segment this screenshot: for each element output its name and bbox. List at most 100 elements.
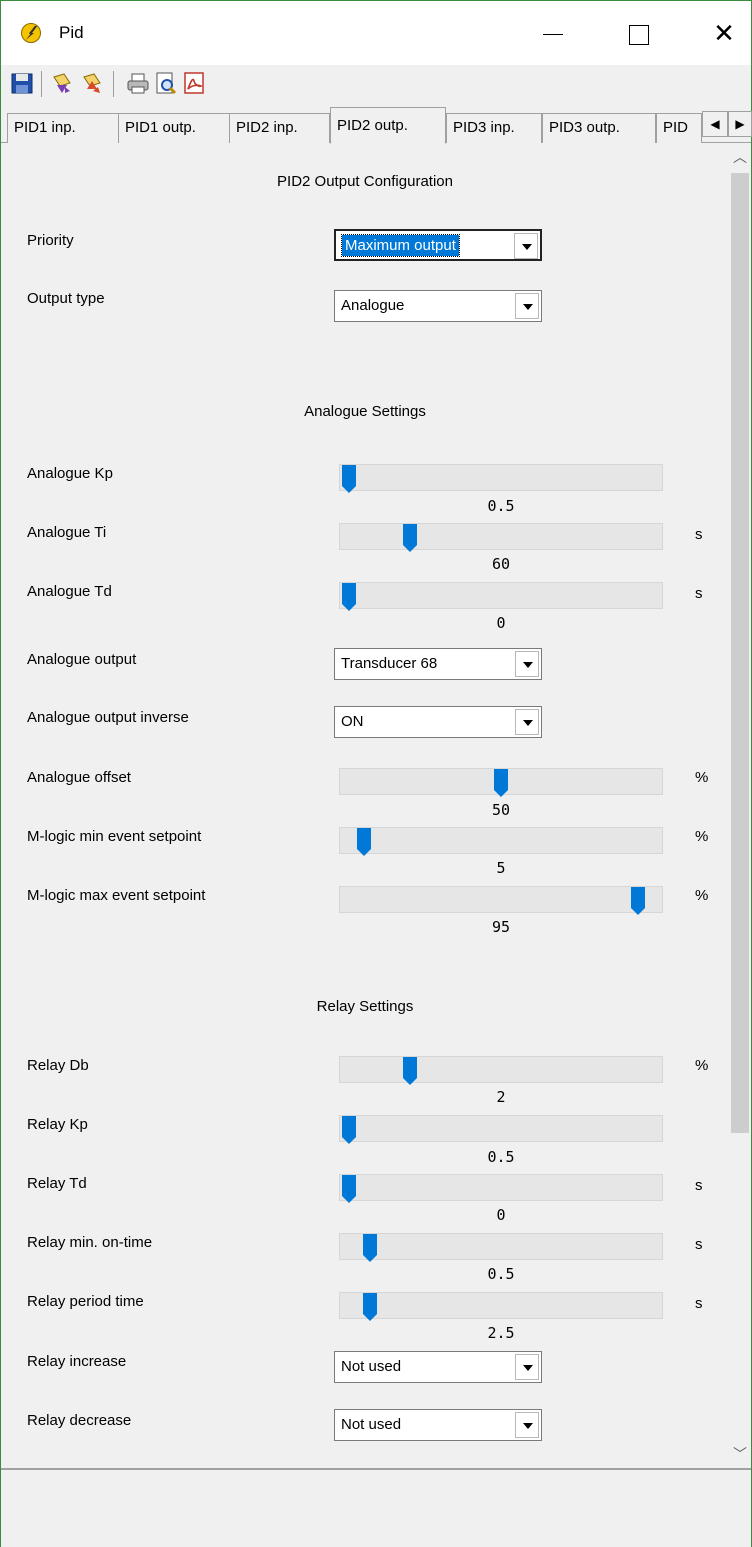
slider-thumb[interactable] — [363, 1293, 377, 1321]
relay-decrease-label: Relay decrease — [27, 1412, 132, 1429]
pdf-icon[interactable] — [183, 71, 205, 95]
minimize-button[interactable] — [529, 15, 575, 51]
scrollbar-thumb[interactable] — [731, 173, 749, 1133]
chevron-down-icon — [515, 709, 539, 735]
analogue-td-value: 0 — [496, 614, 506, 632]
analogue-offset-slider[interactable] — [339, 768, 663, 797]
analogue-td-slider[interactable] — [339, 582, 663, 611]
pid-window: Pid ✕ PID1 inp. PID1 outp. PID2 inp. PID… — [0, 0, 752, 1547]
slider-thumb[interactable] — [403, 524, 417, 552]
relay-min-on-time-slider[interactable] — [339, 1233, 663, 1262]
analogue-output-label: Analogue output — [27, 651, 137, 668]
analogue-ti-value: 60 — [491, 555, 511, 573]
toolbar — [1, 65, 751, 105]
slider-thumb[interactable] — [363, 1234, 377, 1262]
analogue-output-inverse-value: ON — [341, 713, 364, 730]
priority-select[interactable]: Maximum output — [334, 229, 542, 261]
chevron-down-icon — [515, 293, 539, 319]
max-event-unit: % — [695, 887, 709, 904]
relay-period-time-value: 2.5 — [487, 1324, 515, 1342]
relay-db-label: Relay Db — [27, 1057, 89, 1074]
relay-td-slider[interactable] — [339, 1174, 663, 1203]
analogue-kp-value: 0.5 — [487, 497, 515, 515]
tab-pid3-outp[interactable]: PID3 outp. — [542, 113, 656, 143]
chevron-down-icon — [515, 1354, 539, 1380]
output-type-select[interactable]: Analogue — [334, 290, 542, 322]
min-event-label: M-logic min event setpoint — [27, 828, 202, 845]
analogue-kp-label: Analogue Kp — [27, 465, 113, 482]
tab-pid2-inp[interactable]: PID2 inp. — [229, 113, 330, 143]
max-event-slider[interactable] — [339, 886, 663, 915]
vertical-scrollbar[interactable]: ︿ ﹀ — [729, 143, 751, 1468]
slider-thumb[interactable] — [494, 769, 508, 797]
analogue-ti-slider[interactable] — [339, 523, 663, 552]
chevron-down-icon — [514, 233, 538, 259]
analogue-offset-label: Analogue offset — [27, 769, 131, 786]
relay-kp-label: Relay Kp — [27, 1116, 88, 1133]
tab-scroll-left-button[interactable]: ◀ — [702, 111, 728, 137]
title-bar: Pid ✕ — [1, 1, 751, 65]
slider-thumb[interactable] — [357, 828, 371, 856]
analogue-ti-unit: s — [695, 526, 703, 543]
relay-min-on-time-unit: s — [695, 1236, 703, 1253]
analogue-td-label: Analogue Td — [27, 583, 112, 600]
max-event-label: M-logic max event setpoint — [27, 887, 206, 904]
analogue-ti-label: Analogue Ti — [27, 524, 107, 541]
slider-thumb[interactable] — [342, 583, 356, 611]
analogue-output-inverse-label: Analogue output inverse — [27, 709, 189, 726]
relay-min-on-time-label: Relay min. on-time — [27, 1234, 153, 1251]
analogue-offset-unit: % — [695, 769, 709, 786]
slider-thumb[interactable] — [342, 1175, 356, 1203]
print-preview-icon[interactable] — [155, 71, 177, 95]
min-event-slider[interactable] — [339, 827, 663, 856]
maximize-button[interactable] — [617, 15, 663, 51]
tab-pid1-inp[interactable]: PID1 inp. — [7, 113, 119, 143]
toolbar-separator — [113, 71, 114, 97]
relay-period-time-slider[interactable] — [339, 1292, 663, 1321]
tab-pid2-outp[interactable]: PID2 outp. — [330, 107, 446, 144]
write-icon[interactable] — [81, 71, 103, 95]
relay-db-value: 2 — [496, 1088, 506, 1106]
output-type-value: Analogue — [341, 297, 405, 314]
analogue-td-unit: s — [695, 585, 703, 602]
scroll-up-icon[interactable]: ︿ — [729, 143, 751, 171]
slider-thumb[interactable] — [342, 465, 356, 493]
settings-panel: PID2 Output Configuration Priority Maxim… — [1, 143, 729, 1468]
toolbar-separator — [41, 71, 42, 97]
section-heading-output-config: PID2 Output Configuration — [277, 173, 453, 190]
close-button[interactable]: ✕ — [701, 15, 747, 51]
tab-scroll-right-button[interactable]: ▶ — [728, 111, 752, 137]
relay-increase-value: Not used — [341, 1358, 402, 1375]
relay-kp-slider[interactable] — [339, 1115, 663, 1144]
save-icon[interactable] — [11, 71, 33, 95]
tab-pid3-inp[interactable]: PID3 inp. — [446, 113, 542, 143]
relay-increase-label: Relay increase — [27, 1353, 127, 1370]
status-bar — [1, 1468, 751, 1547]
relay-period-time-label: Relay period time — [27, 1293, 144, 1310]
relay-td-value: 0 — [496, 1206, 506, 1224]
tab-pid1-outp[interactable]: PID1 outp. — [118, 113, 230, 143]
tab-pid-more[interactable]: PID — [656, 113, 702, 143]
analogue-output-select[interactable]: Transducer 68 — [334, 648, 542, 680]
relay-db-slider[interactable] — [339, 1056, 663, 1085]
output-type-label: Output type — [27, 290, 105, 307]
slider-thumb[interactable] — [631, 887, 645, 915]
relay-increase-select[interactable]: Not used — [334, 1351, 542, 1383]
section-heading-relay: Relay Settings — [316, 998, 414, 1015]
tab-bar: PID1 inp. PID1 outp. PID2 inp. PID2 outp… — [1, 105, 752, 144]
read-icon[interactable] — [51, 71, 73, 95]
print-icon[interactable] — [127, 71, 149, 95]
relay-decrease-select[interactable]: Not used — [334, 1409, 542, 1441]
relay-db-unit: % — [695, 1057, 709, 1074]
slider-thumb[interactable] — [342, 1116, 356, 1144]
analogue-offset-value: 50 — [491, 801, 511, 819]
analogue-output-inverse-select[interactable]: ON — [334, 706, 542, 738]
analogue-output-value: Transducer 68 — [341, 655, 438, 672]
relay-kp-value: 0.5 — [487, 1148, 515, 1166]
analogue-kp-slider[interactable] — [339, 464, 663, 493]
scroll-down-icon[interactable]: ﹀ — [729, 1440, 751, 1468]
slider-thumb[interactable] — [403, 1057, 417, 1085]
window-title: Pid — [59, 23, 84, 42]
section-heading-analogue: Analogue Settings — [304, 403, 426, 420]
max-event-value: 95 — [491, 918, 511, 936]
